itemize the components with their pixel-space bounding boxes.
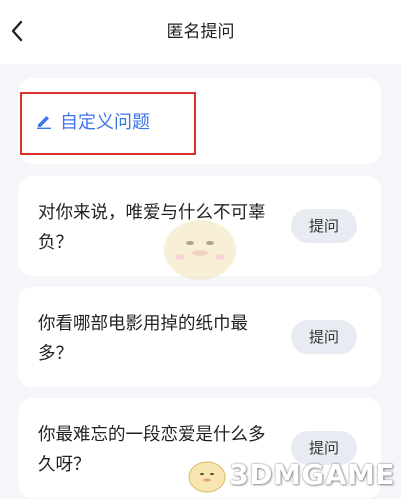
ask-button[interactable]: 提问 xyxy=(291,320,357,354)
ask-button[interactable]: 提问 xyxy=(291,209,357,243)
custom-question-card: 自定义问题 xyxy=(18,78,381,164)
question-card: 你看哪部电影用掉的纸巾最多？ 提问 xyxy=(18,287,381,387)
custom-question-button[interactable]: 自定义问题 xyxy=(36,104,150,138)
watermark-text: 3DMGAME xyxy=(229,457,395,491)
mascot-watermark-icon xyxy=(164,220,236,280)
mascot-logo-icon xyxy=(188,461,226,493)
question-text: 你看哪部电影用掉的纸巾最多？ xyxy=(38,314,248,364)
page-title: 匿名提问 xyxy=(166,22,235,42)
header-bar: 匿名提问 xyxy=(0,0,401,64)
custom-question-label: 自定义问题 xyxy=(60,112,150,133)
watermark: 3DMGAME xyxy=(185,455,395,493)
pencil-icon xyxy=(37,116,51,129)
